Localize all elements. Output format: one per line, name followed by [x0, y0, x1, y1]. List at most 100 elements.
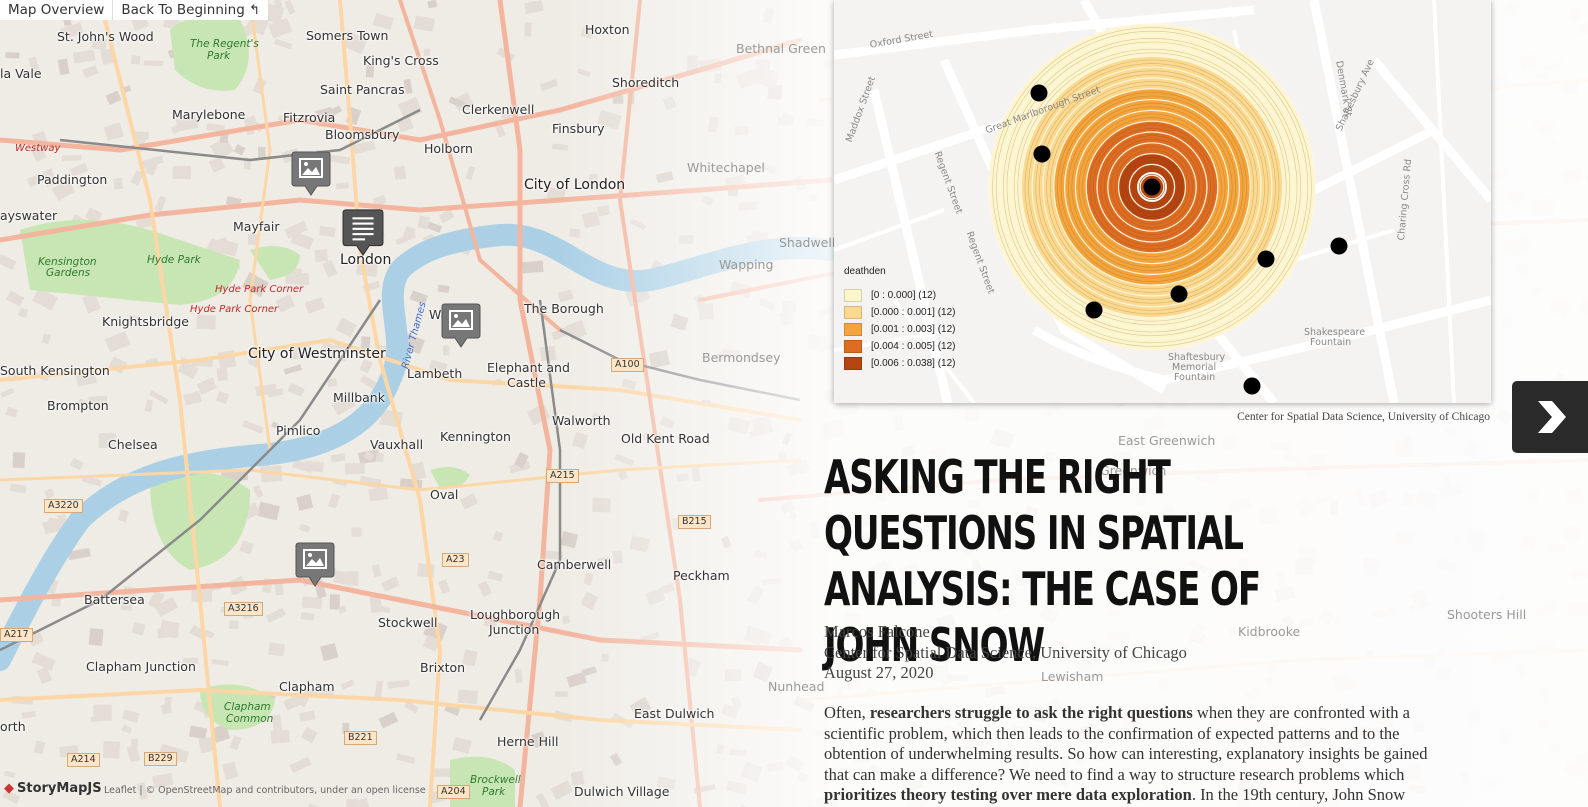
place-label: Battersea: [84, 592, 145, 607]
place-label: Shadwell: [779, 235, 836, 250]
legend-label: [0.006 : 0.038] (12): [871, 358, 956, 369]
place-label: ayswater: [0, 208, 58, 223]
map-overview-link[interactable]: Map Overview: [0, 0, 114, 20]
place-label: City of London: [524, 177, 626, 193]
road-shield: B215: [678, 515, 711, 529]
inset-street-label: Fountain: [1310, 337, 1352, 348]
place-label: City of Westminster: [248, 346, 386, 362]
place-label: Millbank: [333, 390, 385, 405]
place-label: Saint Pancras: [320, 82, 405, 97]
author-name: Marcos Falcone: [824, 622, 930, 641]
road-label: Hyde Park Corner: [190, 304, 279, 315]
place-label: Bloomsbury: [325, 127, 400, 142]
park-label: Brockwell: [470, 774, 521, 786]
place-label: Nunhead: [768, 679, 825, 694]
place-label: Clapham: [279, 679, 335, 694]
storymapjs-brand[interactable]: ◆ StoryMapJS: [4, 781, 102, 796]
road-label: Hyde Park Corner: [215, 284, 304, 295]
legend-swatch: [844, 289, 862, 302]
back-to-beginning-label: Back To Beginning: [121, 2, 245, 18]
place-label: The Borough: [524, 301, 604, 316]
place-label: Herne Hill: [497, 734, 559, 749]
place-label: la Vale: [0, 66, 42, 81]
top-navigation: Map Overview Back To Beginning ↰: [0, 0, 269, 20]
storymap-logo-icon: ◆: [4, 781, 14, 796]
road-shield: A3220: [44, 499, 83, 513]
place-label: Elephant and: [487, 360, 570, 375]
water-pump-point: [1170, 285, 1188, 303]
place-label: Clerkenwell: [462, 102, 535, 117]
place-label: Knightsbridge: [102, 314, 189, 329]
place-label: Kennington: [440, 429, 511, 444]
story-meta: Marcos Falcone Center for Spatial Data S…: [824, 622, 1187, 684]
legend-swatch: [844, 306, 862, 319]
intro-emphasis: researchers struggle to ask the right qu…: [869, 703, 1193, 722]
park-label: Hyde Park: [147, 254, 201, 266]
legend-swatch: [844, 357, 862, 370]
water-pump-point: [1257, 250, 1275, 268]
place-label: Pimlico: [276, 423, 321, 438]
place-label: Bermondsey: [702, 350, 781, 365]
story-body: Often, researchers struggle to ask the r…: [824, 703, 1454, 806]
next-slide-button[interactable]: [1512, 381, 1588, 453]
place-label: Wapping: [719, 257, 774, 272]
legend-swatch: [844, 340, 862, 353]
back-arrow-icon: ↰: [249, 3, 260, 18]
place-label: Loughborough: [470, 607, 561, 622]
place-label: Clapham Junction: [86, 659, 196, 674]
theory-emphasis: prioritizes theory testing over mere dat…: [824, 785, 1192, 805]
road-shield: A204: [437, 785, 470, 799]
place-label: Brixton: [420, 660, 466, 675]
water-pump-point: [1243, 377, 1261, 395]
place-label: Marylebone: [172, 107, 246, 122]
legend-swatch: [844, 323, 862, 336]
place-label: East Greenwich: [1118, 433, 1216, 448]
place-label: Shooters Hill: [1447, 607, 1527, 622]
place-label: Chelsea: [108, 437, 158, 452]
park-label: Gardens: [46, 267, 91, 279]
legend-row: [0.006 : 0.038] (12): [844, 355, 956, 372]
place-label: Paddington: [37, 172, 108, 187]
park-label: Park: [207, 50, 231, 62]
marker-image-1[interactable]: [291, 150, 331, 196]
place-label: Holborn: [424, 141, 473, 156]
place-label: Camberwell: [537, 557, 612, 572]
road-shield: A214: [67, 753, 100, 767]
park-label: Park: [482, 786, 506, 798]
place-label: Whitechapel: [687, 160, 765, 175]
road-shield: B229: [144, 752, 177, 766]
place-label: Oval: [430, 487, 459, 502]
legend-label: [0.000 : 0.001] (12): [871, 307, 956, 318]
place-label: Junction: [489, 622, 540, 637]
water-pump-point: [1033, 145, 1051, 163]
place-label: Vauxhall: [370, 437, 424, 452]
place-label: Somers Town: [306, 28, 389, 43]
place-label: Lambeth: [407, 366, 463, 381]
place-label: Castle: [507, 375, 546, 390]
kernel-density-map-image: Oxford Street Great Marlborough Street Reg…: [834, 0, 1491, 403]
place-label: King's Cross: [363, 53, 439, 68]
author-organization: Center for Spatial Data Science, Univers…: [824, 642, 1187, 662]
legend-label: [0.004 : 0.005] (12): [871, 341, 956, 352]
back-to-beginning-link[interactable]: Back To Beginning ↰: [113, 0, 269, 20]
intro-text: Often,: [824, 703, 870, 722]
image-credit: Center for Spatial Data Science, Univers…: [1237, 411, 1490, 423]
place-label: Hoxton: [585, 22, 630, 37]
road-label: Westway: [15, 143, 61, 154]
inset-street-label: Fountain: [1174, 372, 1216, 383]
legend-label: [0.001 : 0.003] (12): [871, 324, 956, 335]
marker-image-2[interactable]: [441, 302, 481, 348]
legend-row: [0 : 0.000] (12): [844, 287, 956, 304]
place-label: Mayfair: [233, 219, 280, 234]
place-label: Bethnal Green: [736, 41, 826, 56]
marker-text-1[interactable]: [342, 206, 384, 258]
chevron-right-icon: [1538, 401, 1566, 433]
marker-image-3[interactable]: [295, 541, 335, 587]
water-pump-point: [1085, 301, 1103, 319]
place-label: orth: [0, 719, 26, 734]
theory-text-rest: . In the 19th century, John Snow: [1191, 785, 1406, 805]
park-label: The Regent's: [190, 38, 259, 50]
map-attribution: Leaflet | © OpenStreetMap and contributo…: [104, 785, 426, 796]
road-shield: A217: [0, 628, 33, 642]
place-label: St. John's Wood: [57, 29, 154, 44]
